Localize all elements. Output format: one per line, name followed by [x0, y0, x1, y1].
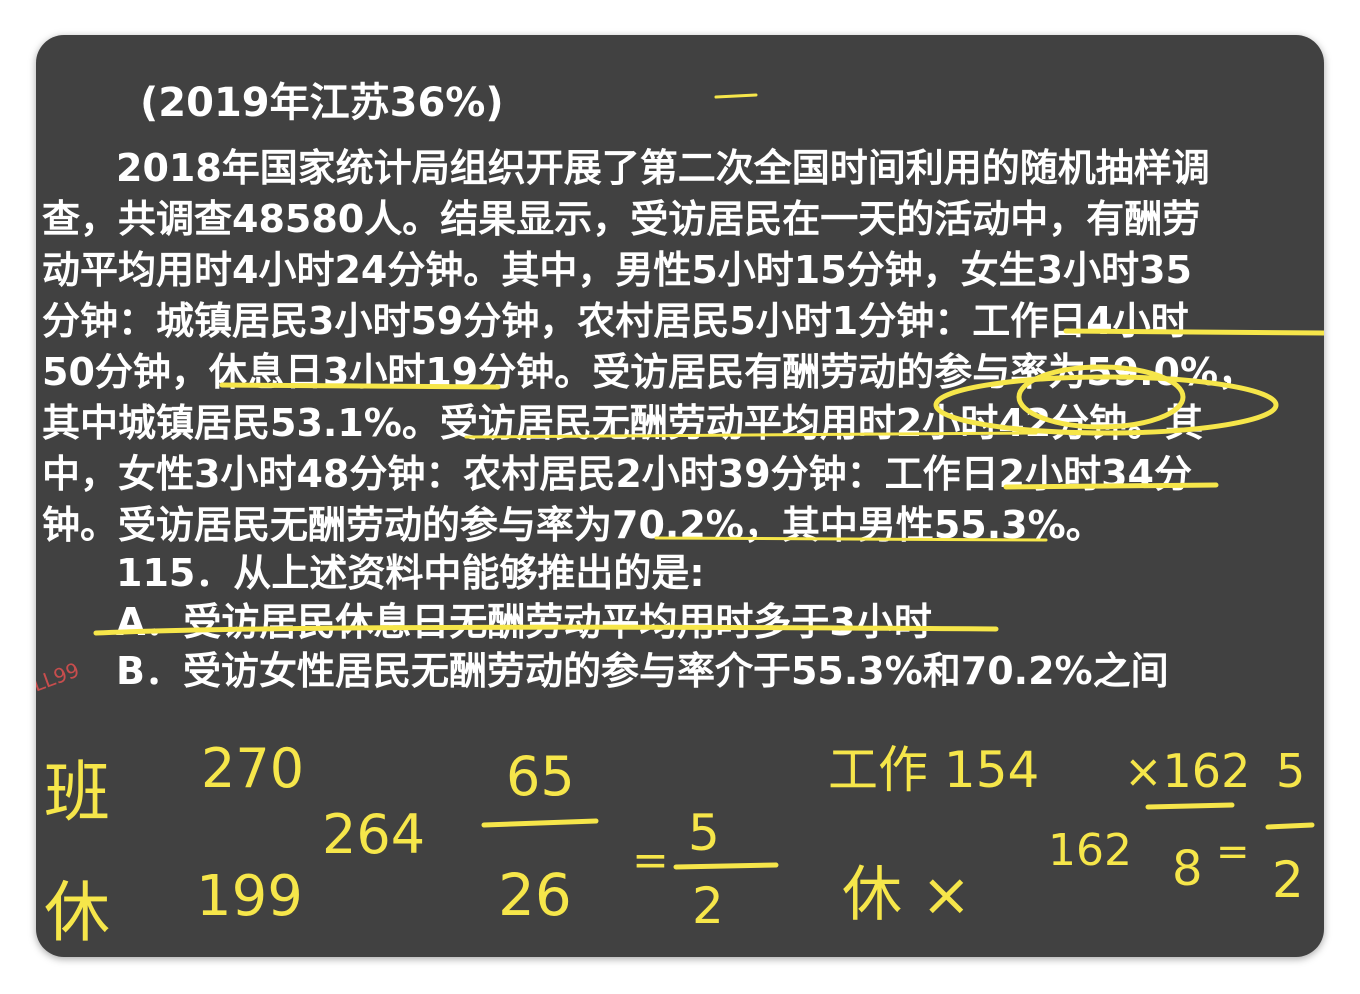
- handwritten-work: 班 270 休 199 264 65 26 = 5 2 工作 154 休 × 1…: [44, 737, 1315, 951]
- hw-26: 26: [498, 861, 572, 929]
- hw-264: 264: [322, 803, 425, 866]
- hw-2: 2: [692, 877, 724, 935]
- hw-xiu-x: 休 ×: [842, 860, 971, 930]
- hw-162: 162: [1048, 825, 1132, 876]
- hw-5b: 5: [1276, 744, 1305, 798]
- hw-xiu: 休: [44, 874, 110, 951]
- slide-window: (2019年江苏36%) 2018年国家统计局组织开展了第二次全国时间利用的随机…: [36, 35, 1324, 957]
- fraction-bar-4: [1265, 822, 1315, 830]
- hw-ban: 班: [44, 754, 110, 831]
- hw-eq-2: =: [1216, 829, 1250, 875]
- hw-x162: ×162: [1124, 744, 1250, 798]
- fraction-bar-1: [481, 818, 599, 828]
- hw-work-154: 工作 154: [828, 741, 1039, 799]
- hw-270: 270: [201, 737, 304, 800]
- hw-8: 8: [1172, 841, 1203, 897]
- fraction-bar-3: [1145, 802, 1235, 810]
- hw-eq-1: =: [632, 835, 669, 886]
- hw-65: 65: [506, 745, 575, 808]
- hw-199: 199: [196, 864, 303, 929]
- hw-5: 5: [688, 804, 720, 862]
- hw-2b: 2: [1272, 851, 1304, 909]
- fraction-bar-2: [673, 862, 779, 870]
